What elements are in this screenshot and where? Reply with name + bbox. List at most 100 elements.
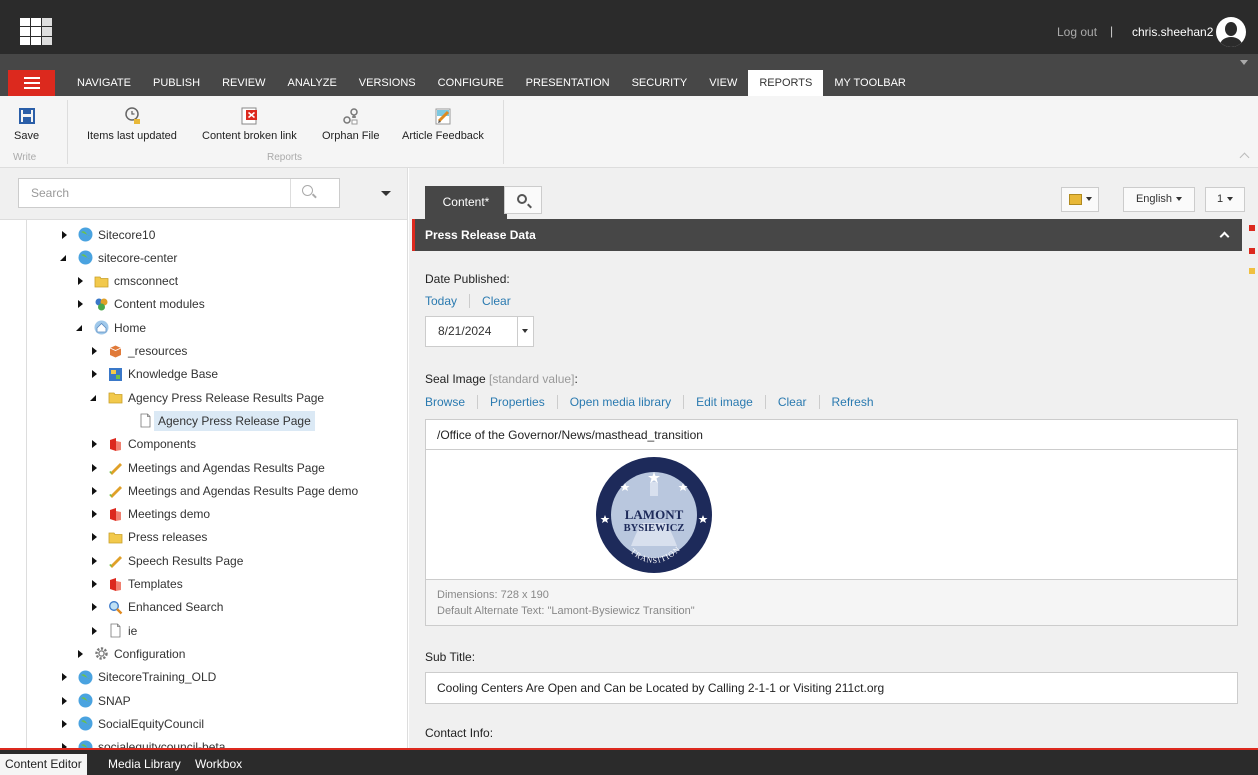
- tree-node[interactable]: SitecoreTraining_OLD: [60, 666, 216, 689]
- collapse-toggle-icon[interactable]: [60, 253, 70, 263]
- tree-node[interactable]: Knowledge Base: [90, 363, 218, 386]
- search-options-dropdown-icon[interactable]: [381, 191, 391, 196]
- tree-node-label[interactable]: sitecore-center: [98, 251, 177, 265]
- tab-my-toolbar[interactable]: MY TOOLBAR: [823, 70, 917, 96]
- chevron-down-icon[interactable]: [1240, 60, 1248, 65]
- media-library-app-tab[interactable]: Media Library: [108, 757, 181, 771]
- avatar[interactable]: [1216, 17, 1246, 47]
- tab-reports[interactable]: REPORTS: [748, 70, 824, 96]
- expand-toggle-icon[interactable]: [76, 299, 86, 309]
- orphan-file-button[interactable]: Orphan File: [322, 106, 379, 142]
- tree-node[interactable]: sitecore-center: [60, 246, 177, 269]
- save-button[interactable]: Save: [14, 106, 39, 142]
- tree-node[interactable]: Meetings demo: [90, 503, 210, 526]
- edit-image-link[interactable]: Edit image: [696, 395, 753, 409]
- tree-node[interactable]: Sitecore10: [60, 223, 155, 246]
- today-link[interactable]: Today: [425, 294, 457, 308]
- validation-error-marker[interactable]: [1249, 248, 1255, 254]
- tree-node[interactable]: Content modules: [76, 293, 205, 316]
- tree-node-label[interactable]: Meetings and Agendas Results Page: [128, 461, 325, 475]
- browse-link[interactable]: Browse: [425, 395, 465, 409]
- expand-toggle-icon[interactable]: [90, 579, 100, 589]
- expand-toggle-icon[interactable]: [90, 602, 100, 612]
- tree-node-label[interactable]: Agency Press Release Page: [154, 410, 315, 431]
- tree-node[interactable]: cmsconnect: [76, 270, 178, 293]
- expand-toggle-icon[interactable]: [90, 346, 100, 356]
- tab-versions[interactable]: VERSIONS: [348, 70, 427, 96]
- tree-node[interactable]: Configuration: [76, 642, 185, 665]
- collapse-section-icon[interactable]: [1219, 231, 1230, 242]
- tree-node-label[interactable]: Home: [114, 321, 146, 335]
- tree-node-label[interactable]: Meetings and Agendas Results Page demo: [128, 484, 358, 498]
- logout-link[interactable]: Log out: [1057, 25, 1097, 39]
- username[interactable]: chris.sheehan2: [1132, 25, 1213, 39]
- expand-toggle-icon[interactable]: [76, 276, 86, 286]
- tree-node[interactable]: Speech Results Page: [90, 549, 243, 572]
- validation-error-marker[interactable]: [1249, 225, 1255, 231]
- tree-node-label[interactable]: SitecoreTraining_OLD: [98, 670, 216, 684]
- tree-node-label[interactable]: Agency Press Release Results Page: [128, 391, 324, 405]
- article-feedback-button[interactable]: Article Feedback: [402, 106, 484, 142]
- tree-node-label[interactable]: Speech Results Page: [128, 554, 243, 568]
- tree-node-label[interactable]: _resources: [128, 344, 187, 358]
- tree-node[interactable]: Press releases: [90, 526, 207, 549]
- tree-node[interactable]: Agency Press Release Page: [120, 409, 315, 432]
- seal-image-preview[interactable]: LAMONT BYSIEWICZ TRANSITION: [425, 450, 1238, 580]
- expand-toggle-icon[interactable]: [90, 556, 100, 566]
- tab-configure[interactable]: CONFIGURE: [427, 70, 515, 96]
- search-icon[interactable]: [302, 185, 313, 196]
- tree-node-label[interactable]: cmsconnect: [114, 274, 178, 288]
- seal-image-path[interactable]: /Office of the Governor/News/masthead_tr…: [425, 419, 1238, 450]
- subtitle-field[interactable]: Cooling Centers Are Open and Can be Loca…: [425, 672, 1238, 704]
- tree-node-label[interactable]: Knowledge Base: [128, 367, 218, 381]
- tree-node-label[interactable]: SocialEquityCouncil: [98, 717, 204, 731]
- tab-view[interactable]: VIEW: [698, 70, 748, 96]
- content-editor-app-tab[interactable]: Content Editor: [0, 754, 87, 775]
- tab-search[interactable]: [504, 186, 542, 214]
- tree-node[interactable]: Home: [76, 316, 146, 339]
- tree-node-label[interactable]: Enhanced Search: [128, 600, 223, 614]
- tree-node[interactable]: socialequitycouncil-beta: [60, 736, 225, 748]
- items-last-updated-button[interactable]: Items last updated: [87, 106, 177, 142]
- expand-toggle-icon[interactable]: [60, 719, 70, 729]
- tree-node[interactable]: ie: [90, 619, 137, 642]
- tree-node-label[interactable]: socialequitycouncil-beta: [98, 740, 225, 748]
- app-launcher-icon[interactable]: [20, 18, 52, 45]
- properties-link[interactable]: Properties: [490, 395, 545, 409]
- expand-toggle-icon[interactable]: [76, 649, 86, 659]
- expand-toggle-icon[interactable]: [90, 439, 100, 449]
- expand-toggle-icon[interactable]: [60, 672, 70, 682]
- tree-node[interactable]: Meetings and Agendas Results Page: [90, 456, 325, 479]
- expand-toggle-icon[interactable]: [90, 463, 100, 473]
- tree-node-label[interactable]: Meetings demo: [128, 507, 210, 521]
- tab-security[interactable]: SECURITY: [621, 70, 699, 96]
- expand-toggle-icon[interactable]: [90, 486, 100, 496]
- expand-toggle-icon[interactable]: [90, 369, 100, 379]
- tab-content[interactable]: Content*: [425, 186, 507, 219]
- tree-node[interactable]: Agency Press Release Results Page: [90, 386, 324, 409]
- date-published-field[interactable]: 8/21/2024: [425, 316, 534, 347]
- expand-toggle-icon[interactable]: [90, 509, 100, 519]
- section-header-press-release-data[interactable]: Press Release Data: [412, 219, 1242, 251]
- version-selector[interactable]: 1: [1205, 187, 1245, 212]
- save-options-button[interactable]: [1061, 187, 1099, 212]
- tab-analyze[interactable]: ANALYZE: [276, 70, 347, 96]
- tree-node-label[interactable]: Templates: [128, 577, 183, 591]
- collapse-toggle-icon[interactable]: [90, 393, 100, 403]
- tree-node[interactable]: _resources: [90, 340, 187, 363]
- tree-node[interactable]: Enhanced Search: [90, 596, 223, 619]
- tree-node-label[interactable]: SNAP: [98, 694, 131, 708]
- tab-publish[interactable]: PUBLISH: [142, 70, 211, 96]
- refresh-link[interactable]: Refresh: [832, 395, 874, 409]
- tree-node[interactable]: SNAP: [60, 689, 131, 712]
- date-picker-dropdown-icon[interactable]: [517, 317, 533, 346]
- tree-node-label[interactable]: Press releases: [128, 530, 207, 544]
- search-input[interactable]: [18, 178, 340, 208]
- tree-node[interactable]: Meetings and Agendas Results Page demo: [90, 479, 358, 502]
- clear-date-link[interactable]: Clear: [482, 294, 511, 308]
- expand-toggle-icon[interactable]: [60, 696, 70, 706]
- workbox-app-tab[interactable]: Workbox: [195, 757, 242, 771]
- expand-toggle-icon[interactable]: [90, 532, 100, 542]
- hamburger-menu-button[interactable]: [8, 70, 55, 96]
- collapse-toggle-icon[interactable]: [76, 323, 86, 333]
